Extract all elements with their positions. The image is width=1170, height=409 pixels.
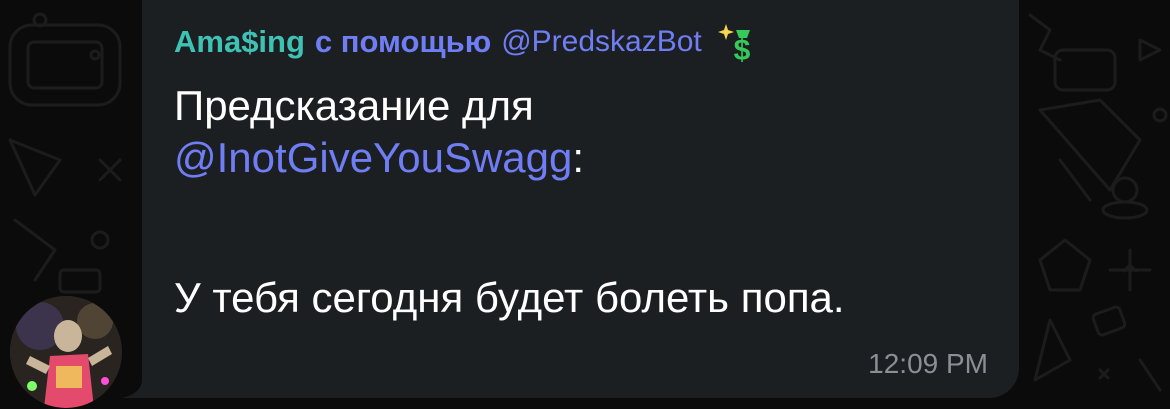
money-dollar-sparkle-icon: $ (717, 20, 758, 67)
user-mention-link[interactable]: @InotGiveYouSwagg (174, 134, 572, 181)
bot-username-link[interactable]: @PredskazBot (501, 25, 702, 59)
prediction-text: У тебя сегодня будет болеть попа. (174, 274, 845, 321)
message-line-mention: @InotGiveYouSwagg: (174, 132, 1004, 184)
sender-name[interactable]: Ama$ing (174, 24, 305, 60)
avatar-photo (10, 296, 122, 408)
svg-text:$: $ (733, 34, 750, 64)
via-bot-label: с помощью (314, 24, 492, 59)
message-line: Предсказание для (174, 82, 534, 129)
message-header: Ama$ing с помощью @PredskazBot $ (174, 20, 758, 67)
bubble-tail (122, 370, 162, 398)
message-text: Предсказание для @InotGiveYouSwagg: У те… (174, 80, 1004, 324)
avatar[interactable] (10, 296, 122, 408)
mention-suffix: : (572, 134, 585, 181)
message-timestamp: 12:09 PM (868, 348, 988, 379)
chat-background: Ama$ing с помощью @PredskazBot $ Предска… (0, 0, 1170, 409)
